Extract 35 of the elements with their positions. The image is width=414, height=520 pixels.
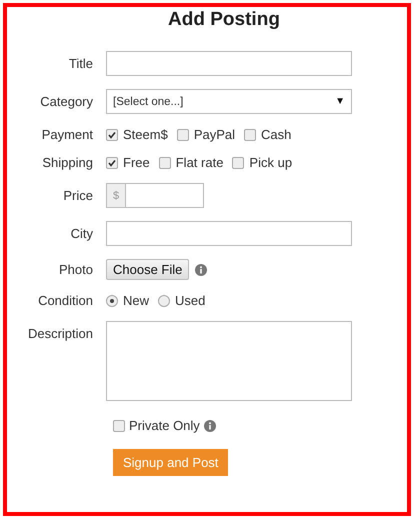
checkbox[interactable] [176, 128, 189, 140]
option-label: Cash [261, 127, 292, 142]
field-label: City [70, 226, 93, 241]
option-label: New [123, 293, 150, 308]
text-field[interactable] [106, 221, 352, 246]
info-icon [204, 420, 216, 432]
field-label: Price [62, 188, 93, 203]
field-label: Photo [58, 262, 93, 277]
option-label: Free [123, 155, 150, 170]
choose-file-button[interactable]: Choose File [106, 259, 190, 280]
option-label: Flat rate [176, 155, 224, 170]
description-field[interactable] [106, 321, 352, 401]
field-label: Description [26, 325, 93, 341]
option-label: PayPal [194, 127, 236, 142]
radio-button[interactable] [106, 294, 118, 306]
category-select[interactable]: [Select one...] ▼ [106, 89, 352, 114]
field-label: Shipping [41, 155, 93, 170]
text-field[interactable] [106, 51, 352, 76]
option-label: Private Only [129, 418, 200, 433]
checkbox[interactable] [232, 156, 244, 168]
radio-button[interactable] [158, 294, 170, 306]
option-label: Steem$ [123, 127, 168, 142]
option-label: Used [175, 293, 206, 308]
field-label: Title [68, 56, 93, 71]
checkbox[interactable] [158, 156, 171, 168]
checkbox[interactable] [244, 128, 256, 140]
field-label: Condition [37, 293, 93, 308]
checkbox[interactable] [106, 128, 118, 140]
field-label: Category [39, 94, 93, 109]
checkbox[interactable] [113, 420, 125, 432]
option-label: Pick up [249, 155, 292, 170]
field-label: Payment [40, 127, 93, 142]
checkbox[interactable] [106, 156, 118, 168]
info-icon [195, 264, 208, 276]
page-title: Add Posting [167, 8, 281, 32]
